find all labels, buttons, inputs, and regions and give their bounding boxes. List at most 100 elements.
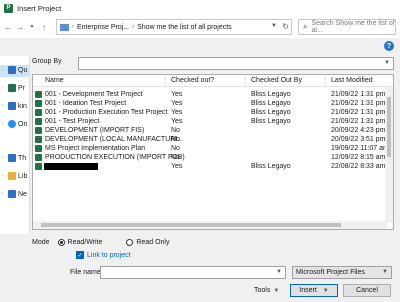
read-write-radio[interactable] (57, 238, 65, 246)
table-row[interactable]: PRODUCTION EXECUTION (IMPORT FOB) No 12/… (33, 153, 393, 162)
address-row: ← → ▼ ↑ › Enterprise Proj... › Show me t… (0, 16, 400, 38)
column-header-checked-out[interactable]: Checked out? (171, 77, 214, 84)
link-to-project-row[interactable]: ✓ Link to project (76, 251, 131, 259)
column-header-name[interactable]: Name (45, 77, 64, 84)
crumb-enterprise-projects[interactable]: Enterprise Proj... (77, 24, 129, 31)
table-row[interactable]: DEVELOPMENT (LOCAL MANUFACTURI... No 20/… (33, 135, 393, 144)
scrollbar-thumb[interactable] (41, 223, 341, 227)
horizontal-scrollbar[interactable] (33, 221, 387, 229)
last-modified-value: 19/09/22 11:07 am (331, 145, 389, 152)
file-name-label: File name: (70, 269, 103, 276)
column-header-last-modified[interactable]: Last Modified (331, 77, 373, 84)
location-folder-icon (60, 23, 69, 31)
table-row[interactable]: 001 - Production Execution Test Project … (33, 108, 393, 117)
chevron-down-icon[interactable]: ▼ (323, 288, 329, 294)
nav-item-project[interactable]: › Pr (2, 84, 25, 92)
project-icon (8, 84, 16, 92)
nav-item-network[interactable]: › Ne (2, 190, 27, 198)
project-name: 001 - Ideation Test Project (45, 100, 127, 107)
forward-arrow-icon[interactable]: → (14, 20, 26, 34)
checked-out-value: Yes (171, 118, 183, 125)
table-row[interactable]: 001 - Ideation Test Project Yes Bliss Le… (33, 99, 393, 108)
project-name: 001 - Production Execution Test Project (45, 109, 168, 116)
nav-item-label: kin (18, 102, 27, 110)
redacted-name-block (44, 163, 98, 170)
checked-out-value: Yes (171, 109, 183, 116)
cancel-button[interactable]: Cancel (343, 284, 391, 297)
onedrive-cloud-icon (8, 120, 16, 128)
column-header-checked-out-by[interactable]: Checked Out By (251, 77, 302, 84)
address-bar[interactable]: › Enterprise Proj... › Show me the list … (56, 19, 292, 35)
scrollbar-thumb[interactable] (387, 97, 391, 157)
table-row[interactable]: DEVELOPMENT (IMPORT FIS) No 20/09/22 4:2… (33, 126, 393, 135)
refresh-icon[interactable]: ↻ (282, 22, 289, 31)
read-only-label[interactable]: Read Only (136, 239, 169, 246)
last-modified-value: 21/09/22 1:31 pm (331, 118, 386, 125)
checked-out-value: No (171, 136, 180, 143)
project-list: Name Checked out? Checked Out By Last Mo… (32, 74, 394, 230)
nav-item-label: Pr (18, 84, 25, 92)
file-type-value: Microsoft Project Files (296, 269, 365, 276)
last-modified-value: 22/08/22 8:33 am (331, 163, 386, 170)
last-modified-value: 21/09/22 1:31 pm (331, 91, 386, 98)
read-only-radio[interactable] (126, 238, 134, 246)
chevron-down-icon[interactable]: ▼ (276, 269, 282, 275)
checked-out-value: No (171, 145, 180, 152)
crumb-all-projects[interactable]: Show me the list of all projects (137, 24, 232, 31)
checked-out-by-value: Bliss Legayo (251, 109, 291, 116)
group-by-select[interactable]: ▼ (78, 57, 394, 70)
project-app-icon: P (4, 3, 13, 13)
table-row[interactable]: Yes Bliss Legayo 22/08/22 8:33 am (33, 162, 393, 171)
group-by-label: Group By (32, 58, 62, 65)
project-name: 001 - Development Test Project (45, 91, 143, 98)
project-name: 001 - Test Project (45, 118, 100, 125)
search-input[interactable]: ⌕ Search Show me the list of al... (298, 19, 396, 35)
cancel-label: Cancel (356, 287, 378, 294)
project-name: MS Project Implementation Plan (45, 145, 145, 152)
checked-out-by-value: Bliss Legayo (251, 100, 291, 107)
tools-menu[interactable]: Tools ▼ (254, 287, 279, 294)
project-file-icon (35, 145, 42, 152)
recent-locations-chevron-icon[interactable]: ▼ (26, 20, 38, 34)
checked-out-value: Yes (171, 163, 183, 170)
star-icon (8, 66, 16, 74)
file-type-select[interactable]: Microsoft Project Files ▼ (292, 266, 392, 279)
last-modified-value: 21/09/22 1:31 pm (331, 100, 386, 107)
table-row[interactable]: MS Project Implementation Plan No 19/09/… (33, 144, 393, 153)
column-divider[interactable] (245, 76, 246, 86)
link-to-project-label[interactable]: Link to project (87, 252, 131, 259)
nav-item-quick-access[interactable]: › Qu (2, 66, 27, 74)
last-modified-value: 20/09/22 4:23 pm (331, 127, 386, 134)
file-name-input[interactable]: ▼ (100, 266, 286, 279)
insert-label: Insert (299, 287, 317, 294)
last-modified-value: 12/09/22 8:15 am (331, 154, 386, 161)
insert-button[interactable]: Insert ▼ (290, 284, 338, 297)
back-arrow-icon[interactable]: ← (2, 20, 14, 34)
cloud-folder-icon (8, 102, 16, 110)
mode-row: Mode Read/Write Read Only (32, 236, 394, 248)
checked-out-value: Yes (171, 100, 183, 107)
search-placeholder: Search Show me the list of al... (311, 20, 395, 34)
chevron-down-icon: ▼ (382, 269, 388, 275)
library-icon (8, 172, 16, 180)
column-divider[interactable] (325, 76, 326, 86)
help-icon[interactable]: ? (384, 41, 394, 51)
project-file-icon (35, 109, 42, 116)
table-row[interactable]: 001 - Development Test Project Yes Bliss… (33, 90, 393, 99)
checked-out-by-value: Bliss Legayo (251, 118, 291, 125)
project-file-icon (35, 118, 42, 125)
column-divider[interactable] (165, 76, 166, 86)
link-to-project-checkbox[interactable]: ✓ (76, 251, 84, 259)
navigation-pane: › Qu › Pr › kin › On › Th › Lib › Ne (0, 56, 30, 234)
vertical-scrollbar[interactable] (385, 87, 393, 223)
address-dropdown-icon[interactable]: ▼ (271, 23, 277, 29)
read-write-label[interactable]: Read/Write (68, 239, 103, 246)
up-arrow-icon[interactable]: ↑ (38, 20, 50, 34)
nav-item-this-pc[interactable]: › Th (2, 154, 26, 162)
title-bar: P Insert Project (0, 0, 400, 16)
nav-item-libraries[interactable]: › Lib (2, 172, 27, 180)
nav-item-onedrive[interactable]: › On (2, 120, 27, 128)
tools-label: Tools (254, 287, 271, 294)
nav-item-kin[interactable]: › kin (2, 102, 27, 110)
table-row[interactable]: 001 - Test Project Yes Bliss Legayo 21/0… (33, 117, 393, 126)
